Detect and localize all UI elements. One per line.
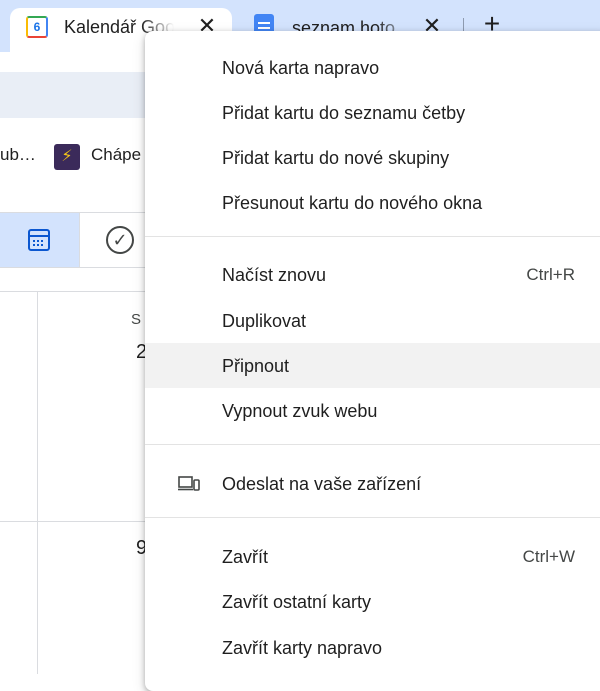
menu-item-new-tab-right[interactable]: Nová karta napravo: [145, 45, 600, 90]
menu-item-label: Načíst znovu: [222, 265, 327, 285]
bookmark-item[interactable]: ub…: [0, 145, 36, 165]
menu-item-label: Odeslat na vaše zařízení: [222, 474, 422, 494]
menu-item-close-other-tabs[interactable]: Zavřít ostatní karty: [145, 579, 600, 624]
menu-item-label: Nová karta napravo: [222, 58, 380, 78]
menu-item-label: Duplikovat: [222, 311, 307, 331]
menu-item-label: Zavřít: [222, 547, 269, 567]
menu-item-send-to-devices[interactable]: Odeslat na vaše zařízení: [145, 461, 600, 506]
calendar-icon: [28, 229, 50, 251]
menu-item-label: Přesunout kartu do nového okna: [222, 193, 483, 213]
menu-separator: [145, 517, 600, 518]
menu-item-add-to-reading-list[interactable]: Přidat kartu do seznamu četby: [145, 90, 600, 135]
menu-item-label: Přidat kartu do nové skupiny: [222, 148, 450, 168]
menu-item-close[interactable]: Zavřít Ctrl+W: [145, 534, 600, 579]
grid-line: [37, 292, 38, 674]
tasks-check-icon[interactable]: ✓: [106, 226, 134, 254]
menu-separator: [145, 236, 600, 237]
menu-item-shortcut: Ctrl+R: [526, 265, 575, 284]
menu-separator: [145, 444, 600, 445]
menu-item-shortcut: Ctrl+W: [522, 547, 575, 566]
menu-item-label: Vypnout zvuk webu: [222, 401, 378, 421]
menu-item-reload[interactable]: Načíst znovu Ctrl+R: [145, 252, 600, 297]
menu-item-label: Připnout: [222, 356, 290, 376]
menu-item-move-to-new-window[interactable]: Přesunout kartu do nového okna: [145, 180, 600, 225]
weekday-label: S: [131, 311, 142, 328]
google-calendar-favicon-icon: 6: [26, 16, 48, 38]
menu-item-label: Zavřít ostatní karty: [222, 592, 372, 612]
tab-context-menu: Nová karta napravo Přidat kartu do sezna…: [145, 31, 600, 691]
menu-item-close-tabs-right[interactable]: Zavřít karty napravo: [145, 625, 600, 670]
bookmark-item-chape[interactable]: Chápe: [91, 145, 141, 165]
bookmark-favicon-icon: ⚡: [54, 144, 80, 170]
menu-item-pin[interactable]: Připnout: [145, 343, 600, 388]
menu-item-label: Přidat kartu do seznamu četby: [222, 103, 466, 123]
send-to-devices-icon: [178, 476, 200, 491]
menu-item-duplicate[interactable]: Duplikovat: [145, 298, 600, 343]
menu-item-mute-site[interactable]: Vypnout zvuk webu: [145, 388, 600, 433]
menu-item-add-to-new-group[interactable]: Přidat kartu do nové skupiny: [145, 135, 600, 180]
menu-item-label: Zavřít karty napravo: [222, 638, 383, 658]
